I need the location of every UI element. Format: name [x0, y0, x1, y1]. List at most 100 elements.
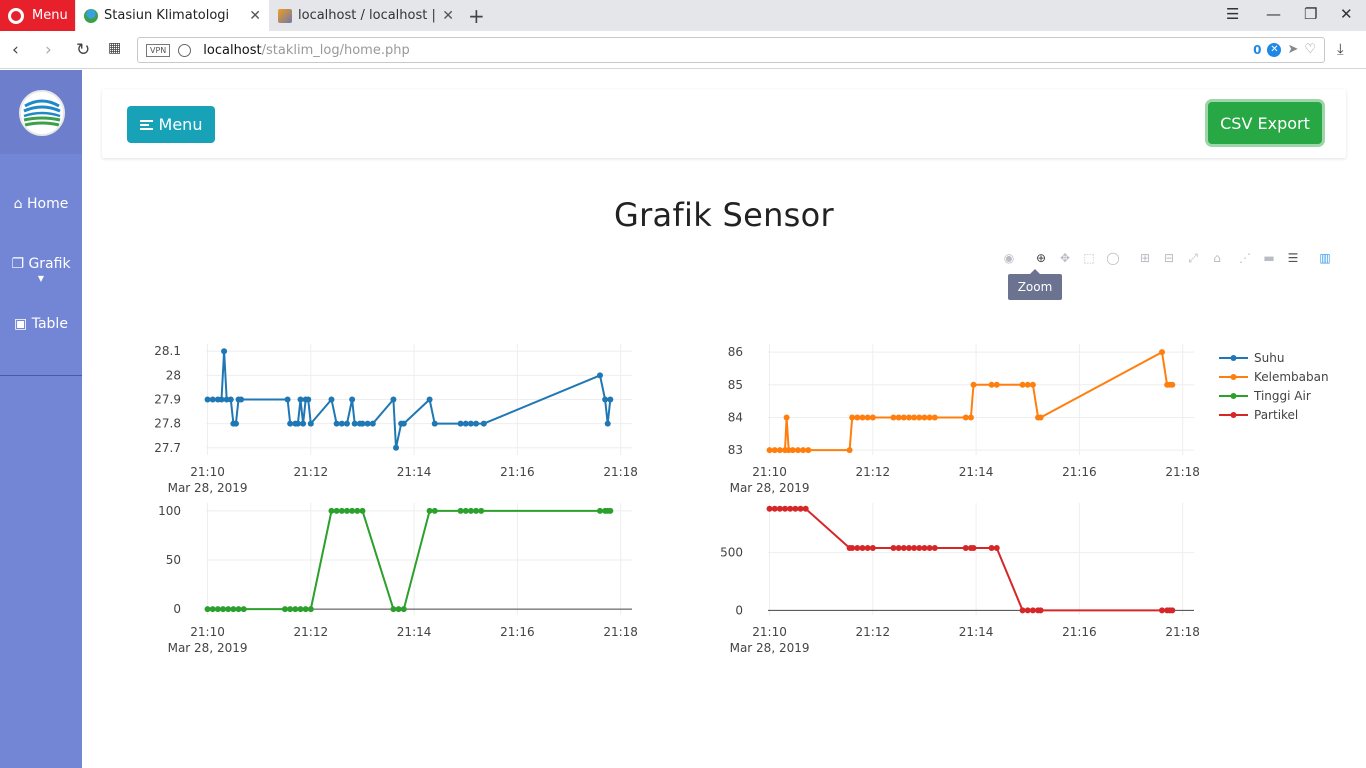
data-point: [905, 414, 912, 421]
sidebar-item-grafik[interactable]: ❐ Grafik ▼: [0, 256, 82, 283]
x-tick-label: 21:14: [397, 465, 432, 479]
url-path: /staklim_log/home.php: [261, 42, 410, 58]
data-point: [602, 396, 609, 403]
y-tick-label: 28: [166, 368, 181, 382]
y-tick-label: 0: [735, 603, 743, 617]
adblock-icon[interactable]: ✕: [1267, 42, 1282, 57]
sidebar-item-table[interactable]: ▣ Table: [0, 316, 82, 332]
y-tick-label: 500: [720, 546, 743, 560]
reload-icon[interactable]: ↻: [76, 40, 90, 60]
data-point: [300, 420, 307, 427]
data-point: [1019, 607, 1026, 614]
data-point: [802, 505, 809, 512]
align-left-icon: [139, 118, 153, 132]
data-point: [890, 414, 897, 421]
minimize-icon[interactable]: —: [1266, 5, 1281, 23]
menu-button-label: Menu: [158, 115, 203, 134]
tab-menu-icon[interactable]: ☰: [1226, 5, 1239, 23]
new-tab-icon[interactable]: +: [468, 4, 485, 28]
tab-title: Stasiun Klimatologi: [104, 8, 230, 23]
sidebar-divider: [0, 375, 82, 376]
legend-marker: [1230, 393, 1237, 399]
data-point: [395, 606, 402, 613]
data-point: [287, 420, 294, 427]
sidebar-item-label: Grafik: [28, 256, 71, 272]
y-tick-label: 86: [728, 345, 743, 359]
data-point: [604, 420, 611, 427]
menu-button[interactable]: Menu: [127, 106, 215, 143]
bmkg-favicon-icon: [84, 8, 98, 23]
data-point: [766, 447, 773, 454]
data-point: [776, 447, 783, 454]
speed-dial-icon[interactable]: ▦: [108, 40, 121, 56]
y-tick-label: 28.1: [154, 344, 181, 358]
data-point: [895, 545, 902, 552]
csv-export-button[interactable]: CSV Export: [1208, 102, 1322, 144]
data-point: [204, 606, 211, 613]
tab-phpmyadmin[interactable]: localhost / localhost | ph ✕: [270, 0, 462, 31]
sensor-charts[interactable]: 21:10 21:12 21:14 21:16 21:18 Mar 28, 2019 27.…: [102, 243, 1346, 693]
data-point: [970, 545, 977, 552]
data-point: [926, 414, 933, 421]
tab-stasiun-klimatologi[interactable]: Stasiun Klimatologi ✕: [76, 0, 269, 31]
data-point: [359, 420, 366, 427]
data-point: [305, 396, 312, 403]
data-point: [230, 606, 237, 613]
data-point: [846, 447, 853, 454]
x-tick-label: 21:18: [1165, 625, 1200, 639]
data-point: [218, 396, 225, 403]
data-point: [1158, 349, 1165, 356]
data-point: [607, 396, 614, 403]
y-tick-label: 85: [728, 378, 743, 392]
restore-icon[interactable]: ❐: [1304, 5, 1317, 23]
tab-title: localhost / localhost | ph: [298, 8, 436, 23]
data-point: [302, 606, 309, 613]
data-point: [1037, 414, 1044, 421]
close-tab-icon[interactable]: ✕: [442, 8, 454, 24]
data-point: [390, 396, 397, 403]
data-point: [297, 396, 304, 403]
caret-down-icon: ▼: [37, 274, 45, 283]
url-host: localhost: [203, 42, 262, 58]
data-point: [473, 507, 480, 514]
data-point: [204, 396, 211, 403]
url-field[interactable]: VPN localhost /staklim_log/home.php 0 ✕ …: [137, 37, 1325, 63]
browser-menu-button[interactable]: Menu: [0, 0, 75, 31]
data-point: [400, 606, 407, 613]
close-window-icon[interactable]: ✕: [1340, 5, 1353, 23]
site-info-icon[interactable]: [178, 43, 192, 57]
y-tick-label: 100: [158, 504, 181, 518]
phpmyadmin-favicon-icon: [278, 8, 292, 23]
data-point: [869, 414, 876, 421]
data-point: [333, 507, 340, 514]
data-point: [782, 505, 789, 512]
data-point: [794, 447, 801, 454]
data-point: [220, 606, 227, 613]
data-point: [988, 381, 995, 388]
bookmark-heart-icon[interactable]: ♡: [1304, 42, 1316, 57]
data-point: [869, 545, 876, 552]
data-point: [400, 420, 407, 427]
data-point: [221, 348, 228, 355]
close-tab-icon[interactable]: ✕: [249, 8, 261, 24]
data-point: [895, 414, 902, 421]
data-point: [916, 414, 923, 421]
x-date-label: Mar 28, 2019: [168, 641, 248, 655]
data-point: [854, 545, 861, 552]
send-icon[interactable]: ➤: [1287, 42, 1298, 57]
data-point: [328, 396, 335, 403]
data-point: [988, 545, 995, 552]
legend-entry: Kelembaban: [1254, 370, 1329, 384]
legend-marker: [1230, 355, 1237, 361]
data-point: [1024, 607, 1031, 614]
series-line-partikel: [769, 507, 1173, 612]
forward-icon[interactable]: ›: [45, 40, 52, 60]
data-point: [776, 505, 783, 512]
data-point: [369, 420, 376, 427]
vpn-badge[interactable]: VPN: [146, 43, 171, 57]
sidebar-item-home[interactable]: ⌂ Home: [0, 196, 82, 212]
download-icon[interactable]: ⤓: [1337, 40, 1344, 58]
back-icon[interactable]: ‹: [12, 40, 19, 60]
data-point: [478, 507, 485, 514]
data-point: [209, 396, 216, 403]
